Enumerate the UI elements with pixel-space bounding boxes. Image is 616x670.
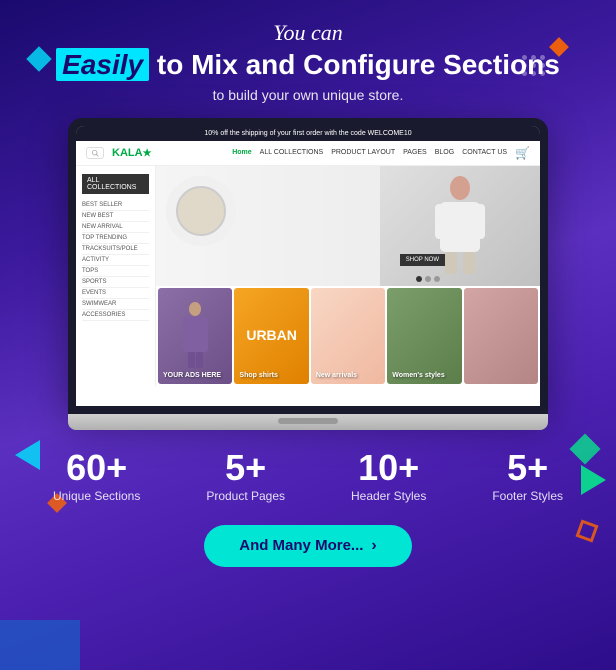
stat-number-2: 5+ [206, 450, 285, 486]
nav-blog[interactable]: BLOG [435, 149, 454, 156]
nav-product-layout[interactable]: PRODUCT LAYOUT [331, 149, 395, 156]
store-main: SALE [156, 166, 540, 386]
search-icon [91, 149, 99, 157]
product-card-label-3: New arrivals [316, 372, 357, 379]
deco-blue-block [0, 620, 80, 670]
product-card-5[interactable] [464, 288, 538, 384]
sidebar-title: ALL COLLECTIONS [82, 174, 149, 194]
cta-arrow-icon: › [371, 537, 376, 555]
store-content: ALL COLLECTIONS BEST SELLER NEW BEST NEW… [76, 166, 540, 386]
product-card-1[interactable]: YOUR ADS HERE [158, 288, 232, 384]
store-logo: KALA★ [112, 147, 152, 159]
carousel-dots [416, 276, 440, 282]
store-search[interactable] [86, 147, 104, 159]
laptop-screen-outer: 10% off the shipping of your first order… [68, 118, 548, 414]
stat-label-3: Header Styles [351, 489, 426, 503]
sidebar-item-tracksuits[interactable]: TRACKSUITS/POLE [82, 244, 149, 255]
product-card-2[interactable]: URBAN Shop shirts [234, 288, 308, 384]
sidebar-item-swimwear[interactable]: SWIMWEAR [82, 299, 149, 310]
subheadline: to build your own unique store. [56, 87, 560, 103]
product-image [166, 176, 236, 246]
nav-pages[interactable]: PAGES [403, 149, 427, 156]
stat-label-2: Product Pages [206, 489, 285, 503]
store-nav-links: Home ALL COLLECTIONS PRODUCT LAYOUT PAGE… [232, 149, 507, 156]
stat-unique-sections: 60+ Unique Sections [53, 450, 140, 503]
sidebar-item-toptending[interactable]: TOP TRENDING [82, 233, 149, 244]
stat-label-1: Unique Sections [53, 489, 140, 503]
nav-collections[interactable]: ALL COLLECTIONS [260, 149, 324, 156]
easily-highlight: Easily [56, 48, 149, 81]
store-announcement-bar: 10% off the shipping of your first order… [76, 126, 540, 141]
cart-icon[interactable]: 🛒 [515, 146, 530, 160]
hero-cta-button[interactable]: SHOP NOW [400, 254, 445, 266]
sidebar-item-events[interactable]: EVENTS [82, 288, 149, 299]
product-card-3[interactable]: New arrivals [311, 288, 385, 384]
sidebar-item-tops[interactable]: TOPS [82, 266, 149, 277]
sidebar-item-sports[interactable]: SPORTS [82, 277, 149, 288]
product-card-label-4: Women's styles [392, 372, 445, 379]
nav-home[interactable]: Home [232, 149, 251, 156]
sidebar-item-newbest[interactable]: NEW BEST [82, 211, 149, 222]
headline: Easily to Mix and Configure Sections [56, 50, 560, 81]
sidebar-item-accessories[interactable]: ACCESSORIES [82, 310, 149, 321]
stat-footer-styles: 5+ Footer Styles [492, 450, 563, 503]
store-nav: KALA★ Home ALL COLLECTIONS PRODUCT LAYOU… [76, 141, 540, 166]
stats-section: 60+ Unique Sections 5+ Product Pages 10+… [0, 430, 616, 513]
cta-button-label: And Many More... [239, 537, 363, 554]
laptop-base [68, 414, 548, 430]
stat-product-pages: 5+ Product Pages [206, 450, 285, 503]
hero-image-area [380, 166, 540, 286]
laptop-screen-inner: 10% off the shipping of your first order… [76, 126, 540, 406]
product-card-label-1: YOUR ADS HERE [163, 372, 221, 379]
laptop-mockup: 10% off the shipping of your first order… [68, 118, 548, 430]
sidebar-item-newarrival[interactable]: NEW ARRIVAL [82, 222, 149, 233]
stat-number-1: 60+ [53, 450, 140, 486]
deco-diamond-tl [26, 46, 51, 71]
stat-number-3: 10+ [351, 450, 426, 486]
product-img-1 [178, 301, 213, 371]
nav-contact[interactable]: CONTACT US [462, 149, 507, 156]
header-section: You can Easily to Mix and Configure Sect… [56, 20, 560, 103]
store-sidebar: ALL COLLECTIONS BEST SELLER NEW BEST NEW… [76, 166, 156, 386]
stat-label-4: Footer Styles [492, 489, 563, 503]
cta-section[interactable]: And Many More... › [204, 525, 412, 567]
you-can-text: You can [56, 20, 560, 46]
cta-button[interactable]: And Many More... › [204, 525, 412, 567]
product-text-2: URBAN [246, 327, 297, 344]
hero-banner: SALE [156, 166, 540, 286]
product-card-label-2: Shop shirts [239, 372, 278, 379]
deco-rect-br [575, 519, 598, 542]
sidebar-item-bestseller[interactable]: BEST SELLER [82, 200, 149, 211]
sidebar-item-activity[interactable]: ACTIVITY [82, 255, 149, 266]
stat-number-4: 5+ [492, 450, 563, 486]
stat-header-styles: 10+ Header Styles [351, 450, 426, 503]
product-grid: YOUR ADS HERE URBAN Shop shirts [156, 286, 540, 386]
main-container: You can Easily to Mix and Configure Sect… [0, 0, 616, 670]
product-card-4[interactable]: Women's styles [387, 288, 461, 384]
